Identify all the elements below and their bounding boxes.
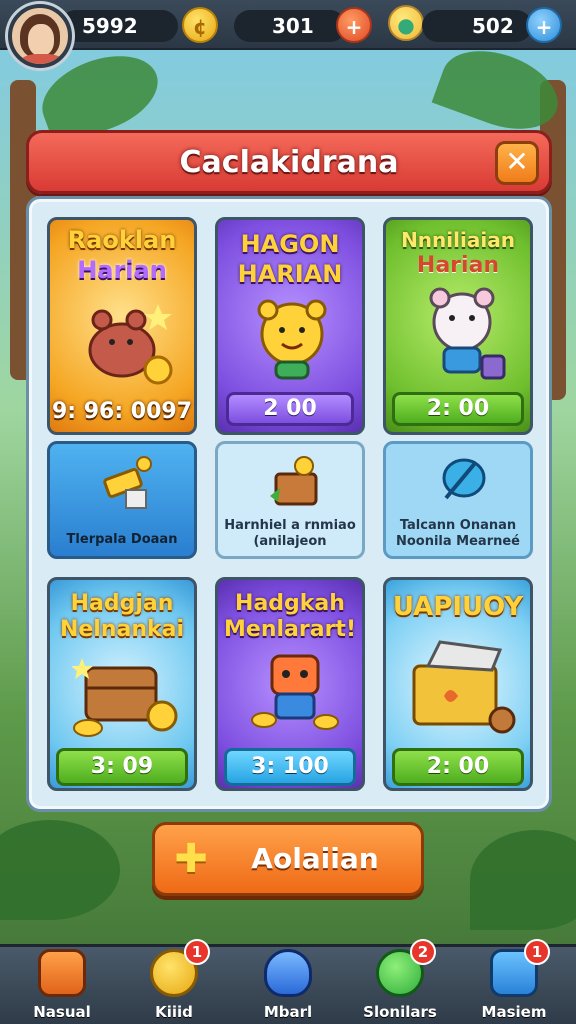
card-claim-button[interactable]: 2 00	[226, 392, 354, 426]
nav-item-mbarl[interactable]: Mbarl	[238, 947, 338, 1024]
panel-body: Raoklan Harian 9: 96: 0097 HAGON HARIAN …	[26, 196, 552, 812]
card-title-line1: Hadgjan	[70, 591, 174, 616]
nav-label: Kiiid	[155, 1003, 193, 1021]
panel-title: Caclakidrana	[179, 145, 399, 180]
reward-card-1[interactable]: Raoklan Harian 9: 96: 0097	[47, 217, 197, 435]
yellow-bear-icon	[257, 299, 327, 380]
card-timer: 9: 96: 0097	[51, 399, 193, 424]
close-button[interactable]: ✕	[495, 141, 539, 185]
item-card-1[interactable]: Tlerpala Doaan	[47, 441, 197, 559]
shield-icon	[264, 949, 312, 997]
nav-label: Slonilars	[363, 1003, 437, 1021]
card-timer: 2: 00	[426, 396, 490, 421]
treasure-chest-icon	[72, 658, 178, 737]
coin-counter: 5992	[60, 10, 178, 42]
nav-label: Mbarl	[263, 1003, 313, 1021]
card-title-line1: Nnniliaian	[401, 228, 515, 252]
card-claim-button[interactable]: 3: 100	[224, 748, 356, 786]
notification-badge: 1	[524, 939, 550, 965]
reward-card-5[interactable]: Hadgkah Menlarart! 3: 100	[215, 577, 365, 791]
reward-card-4[interactable]: Hadgjan Nelnankai 3: 09	[47, 577, 197, 791]
card-timer: 3: 09	[90, 754, 154, 779]
coin-icon: ¢	[182, 7, 218, 43]
nav-item-masiem[interactable]: 1 Masiem	[464, 939, 564, 1024]
primary-action-button[interactable]: ✚ Aolaiian	[152, 822, 424, 896]
open-box-icon	[412, 640, 516, 734]
item-card-label: Tlerpala Doaan	[66, 532, 178, 547]
card-timer: 3: 100	[251, 754, 329, 779]
leaf	[470, 830, 576, 930]
top-hud: 5992 ¢ 301 + ● 502 +	[0, 0, 576, 50]
item-card-3[interactable]: Talcann Onanan Noonila Mearneé	[383, 441, 533, 559]
robot-mascot-icon	[251, 654, 339, 730]
item-card-label-line2: Noonila Mearneé	[395, 534, 521, 549]
primary-action-label: Aolaiian	[251, 842, 379, 875]
card-title-line2: Menlarart!	[224, 617, 356, 642]
card-claim-button[interactable]: 3: 09	[56, 748, 188, 786]
card-timer: 2: 00	[426, 754, 490, 779]
item-card-label-line2: (anilajeon	[253, 534, 327, 549]
card-title-line1: UAPIUOY	[392, 592, 524, 622]
coin-count: 5992	[82, 14, 138, 38]
reward-card-2[interactable]: HAGON HARIAN 2 00	[215, 217, 365, 435]
card-claim-button[interactable]: 2: 00	[392, 748, 524, 786]
leaf	[0, 820, 120, 920]
card-title-line2: Harian	[416, 253, 500, 278]
add-resource-icon[interactable]: +	[336, 7, 372, 43]
resource-c-count: 502	[472, 14, 514, 38]
item-card-label-line1: Harnhiel a rnmiao	[224, 518, 356, 533]
card-title-line2: HARIAN	[237, 260, 343, 288]
nav-item-slonilars[interactable]: 2 Slonilars	[350, 939, 450, 1024]
card-title-line1: Raoklan	[67, 226, 177, 254]
card-title-line2: Harian	[77, 256, 167, 284]
notification-badge: 1	[184, 939, 210, 965]
item-card-label-line1: Talcann Onanan	[399, 518, 517, 533]
card-claim-button[interactable]: 2: 00	[392, 392, 524, 426]
card-title-line1: HAGON	[240, 230, 340, 258]
panel-header: Caclakidrana ✕	[26, 130, 552, 194]
nav-label: Masiem	[481, 1003, 547, 1021]
gem-icon[interactable]: +	[526, 7, 562, 43]
bear-mascot-icon	[88, 304, 173, 385]
card-title-line1: Hadgkah	[235, 591, 345, 616]
close-icon: ✕	[505, 145, 529, 178]
gold-bars-icon	[103, 456, 152, 509]
resource-b-counter: 301	[234, 10, 346, 42]
reward-card-3[interactable]: Nnniliaian Harian 2: 00	[383, 217, 533, 435]
treasure-box-icon	[270, 456, 318, 506]
feather-pen-icon	[442, 458, 486, 500]
plus-icon: ✚	[174, 836, 208, 882]
resource-c-counter: 502	[422, 10, 532, 42]
resource-b-count: 301	[272, 14, 314, 38]
nav-item-kiiid[interactable]: 1 Kiiid	[124, 939, 224, 1024]
nav-label: Nasual	[33, 1003, 91, 1021]
house-icon	[38, 949, 86, 997]
bottom-nav: Nasual 1 Kiiid Mbarl 2 Slonilars 1 Masie…	[0, 939, 576, 1024]
card-title-line2: Nelnankai	[59, 617, 185, 642]
item-card-2[interactable]: Harnhiel a rnmiao (anilajeon	[215, 441, 365, 559]
notification-badge: 2	[410, 939, 436, 965]
nav-item-home[interactable]: Nasual	[12, 947, 112, 1024]
reward-card-6[interactable]: UAPIUOY 2: 00	[383, 577, 533, 791]
white-bear-icon	[429, 287, 506, 380]
avatar[interactable]	[8, 4, 72, 68]
bird-icon: ●	[388, 5, 424, 41]
card-timer: 2 00	[263, 396, 317, 421]
